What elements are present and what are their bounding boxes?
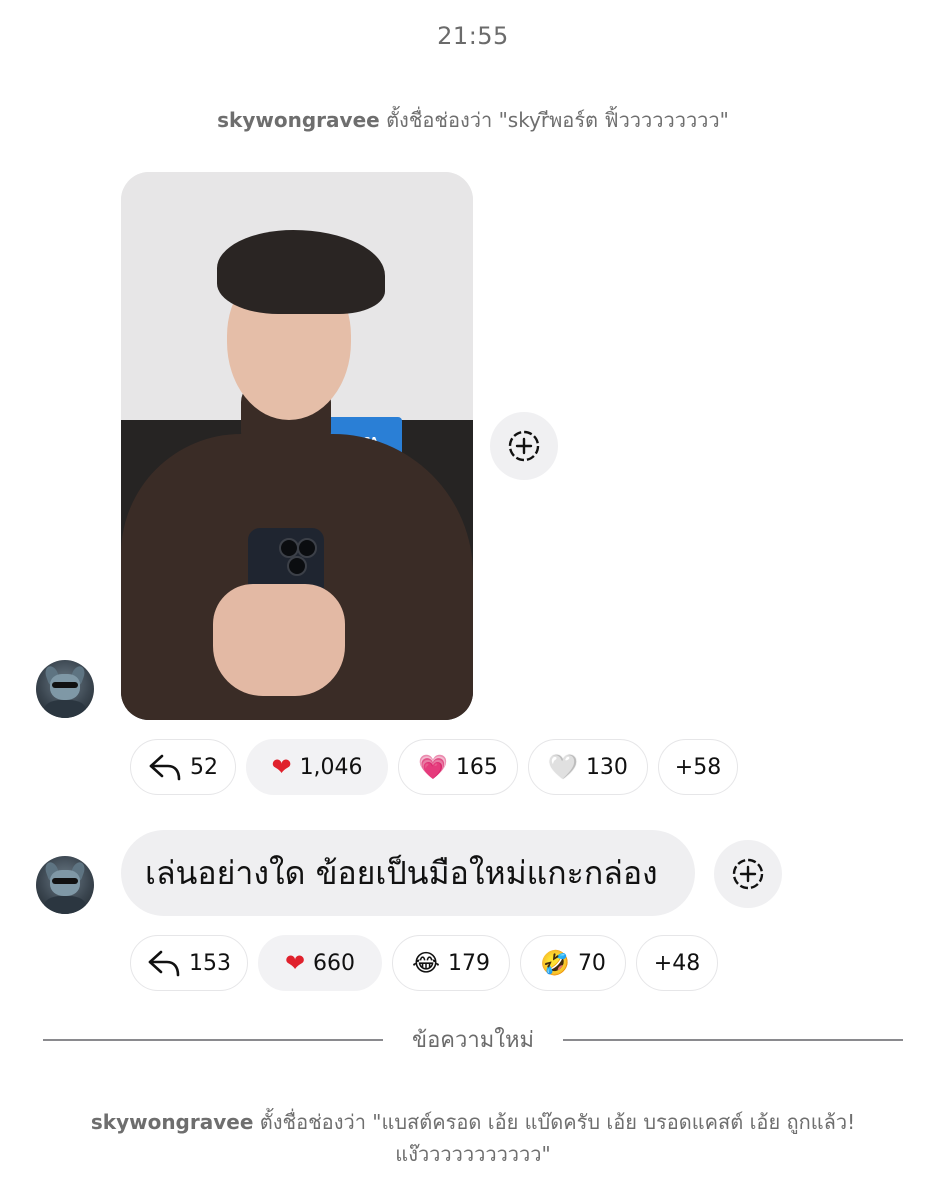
message-bubble[interactable]: เล่นอย่างใด ข้อยเป็นมือใหม่แกะกล่อง <box>121 830 695 916</box>
divider-line <box>563 1039 903 1041</box>
reply-icon <box>149 754 181 781</box>
system-message: skywongravee ตั้งชื่อช่องว่า "แบสต์ครอด … <box>60 1106 886 1170</box>
more-reactions-count: +48 <box>653 950 701 976</box>
new-messages-divider-label: ข้อความใหม่ <box>412 1028 534 1053</box>
reaction-chip-red-heart[interactable]: ❤ 660 <box>258 935 382 991</box>
reaction-count: 1,046 <box>299 754 363 780</box>
reaction-chip-laughing-tears[interactable]: 😂 179 <box>392 935 510 991</box>
laughing-tears-icon: 😂 <box>411 949 441 977</box>
timestamp: 21:55 <box>437 22 509 50</box>
red-heart-icon: ❤ <box>284 949 306 977</box>
system-message-user[interactable]: skywongravee <box>91 1110 254 1134</box>
avatar[interactable] <box>36 660 94 718</box>
photo-camera-lens <box>287 556 307 576</box>
reaction-count: 660 <box>313 950 356 976</box>
photo-camera-lens <box>297 538 317 558</box>
add-reaction-icon <box>732 858 764 890</box>
reply-count-chip[interactable]: 52 <box>130 739 236 795</box>
reaction-chip-red-heart[interactable]: ❤ 1,046 <box>246 739 388 795</box>
photo-camera-lens <box>279 538 299 558</box>
reaction-count: 179 <box>448 950 491 976</box>
avatar[interactable] <box>36 856 94 914</box>
reply-count: 52 <box>190 754 218 780</box>
reply-count: 153 <box>189 950 231 976</box>
system-message-text: ตั้งชื่อช่องว่า "skyrีพอร์ต ฟิ้ววววววววว… <box>386 108 729 132</box>
reaction-chip-white-heart[interactable]: 🤍 130 <box>528 739 648 795</box>
reply-count-chip[interactable]: 153 <box>130 935 248 991</box>
reaction-chip-rolling-laugh[interactable]: 🤣 70 <box>520 935 626 991</box>
system-message-user[interactable]: skywongravee <box>217 108 380 132</box>
photo-hands <box>213 584 345 696</box>
system-message-text: ตั้งชื่อช่องว่า "แบสต์ครอด เอ้ย แบ๊ดครับ… <box>259 1110 856 1166</box>
message-photo[interactable]: SUPCA <box>121 172 473 720</box>
add-reaction-button[interactable] <box>714 840 782 908</box>
reaction-chip-pink-heart[interactable]: 💗 165 <box>398 739 518 795</box>
reaction-count: 165 <box>455 754 498 780</box>
reaction-count: 70 <box>577 950 606 976</box>
red-heart-icon: ❤ <box>271 753 292 781</box>
reply-icon <box>148 950 180 977</box>
pink-heart-icon: 💗 <box>418 753 448 781</box>
add-reaction-button[interactable] <box>490 412 558 480</box>
white-heart-icon: 🤍 <box>548 753 578 781</box>
system-message: skywongravee ตั้งชื่อช่องว่า "skyrีพอร์ต… <box>60 104 886 136</box>
message-text: เล่นอย่างใด ข้อยเป็นมือใหม่แกะกล่อง <box>145 853 658 892</box>
more-reactions-count: +58 <box>674 754 722 780</box>
add-reaction-icon <box>508 430 540 462</box>
reaction-count: 130 <box>585 754 628 780</box>
more-reactions-chip[interactable]: +58 <box>658 739 738 795</box>
rolling-laugh-icon: 🤣 <box>540 949 570 977</box>
more-reactions-chip[interactable]: +48 <box>636 935 718 991</box>
divider-line <box>43 1039 383 1041</box>
